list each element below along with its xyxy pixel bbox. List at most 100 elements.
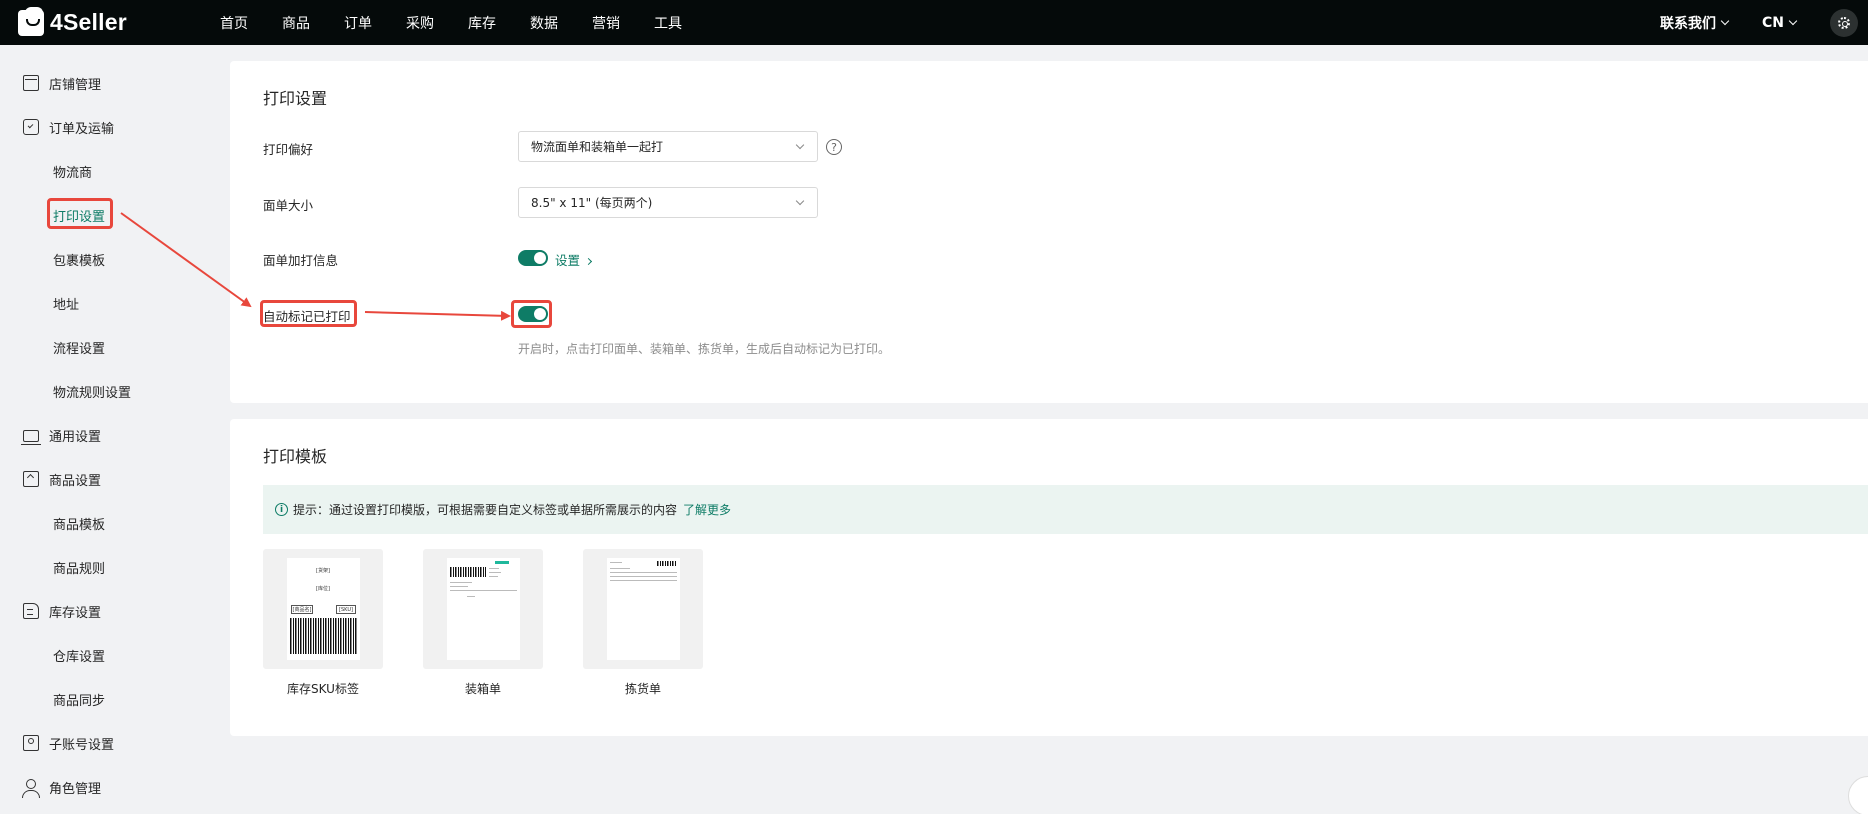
sidebar-item-product-rules[interactable]: 商品规则 bbox=[0, 549, 230, 585]
sidebar-item-label: 角色管理 bbox=[49, 781, 102, 797]
template-thumbnail: [货架] [库位] [商品名] [SKU] bbox=[263, 549, 383, 669]
chevron-down-icon bbox=[795, 140, 805, 150]
general-settings-icon bbox=[21, 430, 41, 445]
print-templates-title: 打印模板 bbox=[263, 447, 328, 466]
logo-text: 4Seller bbox=[50, 9, 127, 35]
sidebar-item-carriers[interactable]: 物流商 bbox=[0, 153, 230, 189]
preview-line bbox=[450, 586, 468, 587]
preview-line bbox=[610, 576, 677, 577]
auto-mark-printed-hint: 开启时，点击打印面单、装箱单、拣货单，生成后自动标记为已打印。 bbox=[518, 342, 891, 356]
nav-products[interactable]: 商品 bbox=[282, 13, 310, 33]
sidebar-item-sub-accounts[interactable]: 子账号设置 bbox=[0, 725, 230, 761]
sidebar-item-label: 商品模板 bbox=[53, 517, 106, 533]
template-packing-list[interactable]: 装箱单 bbox=[423, 549, 543, 697]
preview-accent-bar bbox=[495, 561, 509, 564]
preview-line bbox=[610, 572, 677, 573]
help-icon[interactable]: ? bbox=[826, 139, 842, 155]
nav-purchase[interactable]: 采购 bbox=[406, 13, 434, 33]
sidebar-item-label: 商品设置 bbox=[49, 473, 102, 489]
template-thumbnail bbox=[583, 549, 703, 669]
preview-line bbox=[489, 572, 501, 573]
sidebar-item-product-settings[interactable]: 商品设置 bbox=[0, 461, 230, 497]
sidebar-item-store-management[interactable]: 店铺管理 bbox=[0, 65, 230, 101]
template-name: 库存SKU标签 bbox=[287, 682, 359, 696]
annotation-highlight-sidebar bbox=[47, 198, 113, 229]
info-icon: i bbox=[275, 503, 288, 516]
top-navigation-bar: 4Seller 首页 商品 订单 采购 库存 数据 营销 工具 联系我们 CN bbox=[0, 0, 1868, 45]
preview-line bbox=[450, 582, 472, 583]
template-name: 拣货单 bbox=[624, 682, 661, 696]
contact-us-label: 联系我们 bbox=[1660, 15, 1716, 32]
sidebar-item-label: 订单及运输 bbox=[49, 121, 115, 137]
template-tip-text: 提示：通过设置打印模版，可根据需要自定义标签或单据所需展示的内容 bbox=[293, 503, 678, 517]
chevron-down-icon bbox=[1788, 16, 1798, 25]
extra-info-settings-link-label: 设置 bbox=[555, 253, 581, 268]
sidebar-item-label: 物流商 bbox=[53, 165, 93, 181]
sidebar-item-general-settings[interactable]: 通用设置 bbox=[0, 417, 230, 453]
nav-tools[interactable]: 工具 bbox=[654, 13, 682, 33]
sidebar-item-address[interactable]: 地址 bbox=[0, 285, 230, 321]
preview-line bbox=[610, 562, 622, 563]
preview-line bbox=[610, 568, 630, 569]
language-dropdown[interactable]: CN bbox=[1762, 14, 1798, 31]
preview-line bbox=[610, 580, 677, 581]
sidebar-item-label: 商品规则 bbox=[53, 561, 106, 577]
chevron-down-icon bbox=[795, 196, 805, 206]
role-icon bbox=[22, 779, 40, 798]
preview-line bbox=[489, 576, 498, 577]
settings-sidebar: 店铺管理 订单及运输 物流商 打印设置 包裹模板 地址 流程设置 物流规则设置 … bbox=[0, 45, 230, 814]
sidebar-item-label: 仓库设置 bbox=[53, 649, 106, 665]
logo-bag-icon bbox=[18, 6, 44, 36]
chevron-down-icon bbox=[1720, 16, 1730, 25]
sidebar-item-product-sync[interactable]: 商品同步 bbox=[0, 681, 230, 717]
floating-help-button[interactable] bbox=[1848, 776, 1868, 814]
label-size-label: 面单大小 bbox=[263, 198, 314, 213]
sidebar-item-label: 流程设置 bbox=[53, 341, 106, 357]
sku-label-preview: [货架] [库位] [商品名] [SKU] bbox=[287, 558, 360, 660]
chevron-right-icon bbox=[584, 257, 593, 266]
sidebar-item-inventory-settings[interactable]: 库存设置 bbox=[0, 593, 230, 629]
extra-info-settings-link[interactable]: 设置 bbox=[555, 250, 593, 269]
sidebar-item-role-management[interactable]: 角色管理 bbox=[0, 769, 230, 805]
learn-more-link[interactable]: 了解更多 bbox=[683, 501, 731, 518]
extra-info-toggle[interactable] bbox=[518, 250, 548, 266]
sidebar-item-label: 物流规则设置 bbox=[53, 385, 132, 401]
barcode-icon bbox=[290, 618, 357, 654]
sidebar-item-product-templates[interactable]: 商品模板 bbox=[0, 505, 230, 541]
template-name: 装箱单 bbox=[464, 682, 501, 696]
sidebar-item-print-settings[interactable]: 打印设置 bbox=[0, 197, 230, 233]
sidebar-item-workflow-settings[interactable]: 流程设置 bbox=[0, 329, 230, 365]
sidebar-item-package-templates[interactable]: 包裹模板 bbox=[0, 241, 230, 277]
nav-marketing[interactable]: 营销 bbox=[592, 13, 620, 33]
contact-us-dropdown[interactable]: 联系我们 bbox=[1660, 13, 1730, 33]
print-preference-value: 物流面单和装箱单一起打 bbox=[531, 140, 664, 154]
label-size-select[interactable]: 8.5" x 11" (每页两个) bbox=[518, 187, 818, 218]
preview-product-name-text: [商品名] bbox=[291, 605, 313, 614]
preview-line bbox=[467, 596, 475, 597]
template-sku-label[interactable]: [货架] [库位] [商品名] [SKU] 库存SKU标签 bbox=[263, 549, 383, 697]
sidebar-item-orders-shipping[interactable]: 订单及运输 bbox=[0, 109, 230, 145]
sidebar-item-warehouse-settings[interactable]: 仓库设置 bbox=[0, 637, 230, 673]
nav-home[interactable]: 首页 bbox=[220, 13, 248, 33]
nav-data[interactable]: 数据 bbox=[530, 13, 558, 33]
label-size-value: 8.5" x 11" (每页两个) bbox=[531, 196, 653, 210]
sidebar-item-label: 地址 bbox=[53, 297, 80, 313]
settings-button[interactable] bbox=[1830, 8, 1858, 37]
preview-line bbox=[489, 568, 499, 569]
barcode-icon bbox=[657, 561, 677, 566]
sidebar-item-label: 商品同步 bbox=[53, 693, 106, 709]
sidebar-item-label: 包裹模板 bbox=[53, 253, 106, 269]
main-nav: 首页 商品 订单 采购 库存 数据 营销 工具 bbox=[220, 13, 716, 33]
inventory-settings-icon bbox=[23, 603, 39, 619]
sidebar-item-logistics-rules[interactable]: 物流规则设置 bbox=[0, 373, 230, 409]
language-label: CN bbox=[1762, 14, 1784, 31]
nav-inventory[interactable]: 库存 bbox=[468, 13, 496, 33]
print-templates-card: 打印模板 i 提示：通过设置打印模版，可根据需要自定义标签或单据所需展示的内容 … bbox=[230, 419, 1868, 736]
packing-list-preview bbox=[447, 558, 520, 660]
print-preference-select[interactable]: 物流面单和装箱单一起打 bbox=[518, 131, 818, 162]
extra-info-label: 面单加打信息 bbox=[263, 253, 339, 268]
print-settings-card: 打印设置 打印偏好 物流面单和装箱单一起打 ? 面单大小 8.5" x 11" … bbox=[230, 61, 1868, 403]
template-picking-list[interactable]: 拣货单 bbox=[583, 549, 703, 697]
logo[interactable]: 4Seller bbox=[18, 6, 203, 36]
nav-orders[interactable]: 订单 bbox=[344, 13, 372, 33]
